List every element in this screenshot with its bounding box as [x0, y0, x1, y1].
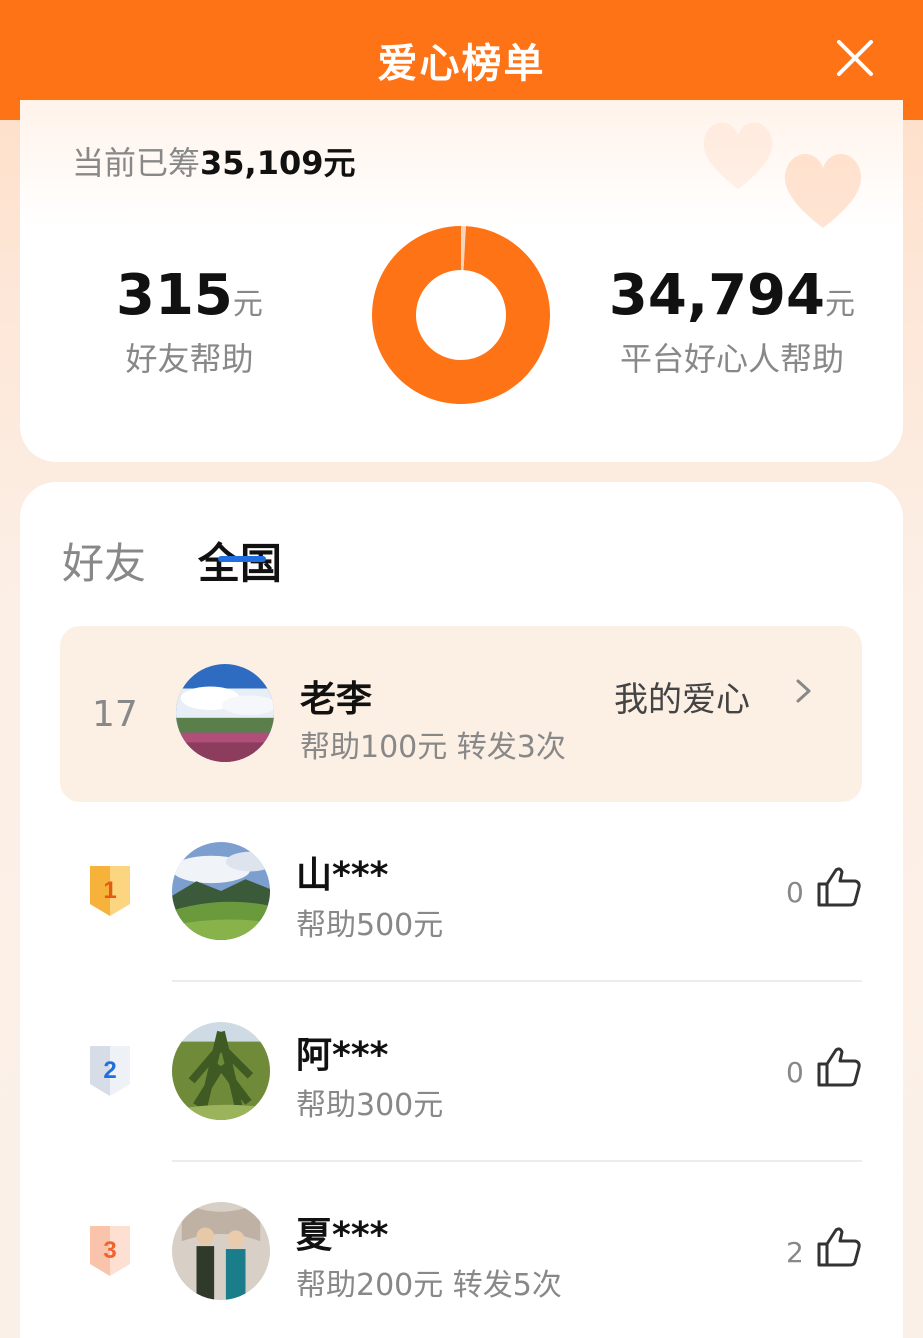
my-name: 老李	[300, 679, 373, 720]
close-button[interactable]	[835, 38, 875, 78]
donor-help-detail: 帮助200元 转发5次	[296, 1268, 562, 1303]
my-help-detail: 帮助100元 转发3次	[300, 730, 566, 765]
friends-help-stat: 315元 好友帮助	[116, 268, 263, 380]
friends-help-label: 好友帮助	[125, 340, 254, 378]
friends-help-unit: 元	[232, 287, 263, 322]
active-tab-indicator	[218, 556, 266, 562]
donor-help-detail: 帮助300元	[296, 1088, 444, 1123]
summary-card: 当前已筹35,109元 315元 好友帮助 34,794元 平台好心人帮助	[20, 100, 903, 462]
rank-1-badge-icon: 1	[90, 866, 130, 916]
donor-help-detail: 帮助500元	[296, 908, 444, 943]
chevron-right-icon	[796, 679, 811, 703]
donor-name: 夏***	[296, 1215, 389, 1256]
leaderboard-row: 1 山*** 帮助500元 0	[20, 822, 903, 1002]
avatar	[172, 1022, 270, 1120]
leaderboard-row: 3 夏*** 帮助200元 转发5次 2	[20, 1182, 903, 1338]
rank-3-badge-icon: 3	[90, 1226, 130, 1276]
leaderboard-card: 好友 全国 17 老李 帮助100元 转发3次 我的爱心 1 山*** 帮助50…	[20, 482, 903, 1338]
raised-total: 当前已筹35,109元	[72, 138, 356, 184]
thumbs-up-icon[interactable]	[816, 866, 862, 908]
my-rank-number: 17	[92, 694, 138, 735]
rank-2-badge-icon: 2	[90, 1046, 130, 1096]
like-count: 0	[786, 876, 804, 909]
donor-name: 山***	[296, 855, 389, 896]
thumbs-up-icon[interactable]	[816, 1226, 862, 1268]
my-rank-row[interactable]: 17 老李 帮助100元 转发3次 我的爱心	[60, 626, 862, 802]
thumbs-up-icon[interactable]	[816, 1046, 862, 1088]
raised-amount: 35,109元	[200, 144, 356, 182]
platform-help-stat: 34,794元 平台好心人帮助	[609, 268, 855, 380]
tab-friends[interactable]: 好友	[62, 530, 146, 591]
avatar	[176, 664, 274, 762]
row-divider	[172, 980, 862, 982]
friends-help-value: 315	[116, 263, 233, 328]
svg-text:1: 1	[103, 877, 116, 904]
raised-prefix: 当前已筹	[72, 144, 201, 182]
platform-help-unit: 元	[825, 287, 855, 322]
donut-slice-platform	[372, 226, 550, 404]
svg-text:3: 3	[103, 1237, 116, 1264]
donation-donut-chart	[372, 226, 550, 404]
like-count: 0	[786, 1056, 804, 1089]
platform-help-value: 34,794	[608, 263, 825, 328]
platform-help-label: 平台好心人帮助	[619, 340, 844, 378]
svg-text:2: 2	[103, 1057, 116, 1084]
page-title: 爱心榜单	[377, 41, 546, 87]
donor-name: 阿***	[296, 1035, 389, 1076]
like-count: 2	[786, 1236, 804, 1269]
row-divider	[172, 1160, 862, 1162]
heart-decoration-icon	[784, 153, 862, 228]
my-love-link[interactable]: 我的爱心	[614, 672, 750, 721]
leaderboard-row: 2 阿*** 帮助300元 0	[20, 1002, 903, 1182]
heart-decoration-icon	[703, 122, 773, 190]
close-icon	[837, 40, 873, 76]
avatar	[172, 1202, 270, 1300]
avatar	[172, 842, 270, 940]
